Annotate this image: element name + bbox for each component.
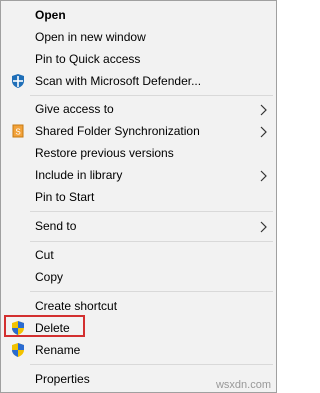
menu-item-label: Include in library <box>35 168 123 182</box>
sync-folder-icon: S <box>10 123 26 139</box>
menu-item-pin-quick-access[interactable]: Pin to Quick access <box>1 48 276 70</box>
chevron-right-icon <box>260 220 268 233</box>
menu-item-create-shortcut[interactable]: Create shortcut <box>1 295 276 317</box>
menu-separator <box>30 211 273 212</box>
menu-separator <box>30 241 273 242</box>
menu-item-restore-versions[interactable]: Restore previous versions <box>1 142 276 164</box>
menu-item-include-library[interactable]: Include in library <box>1 164 276 186</box>
menu-item-label: Give access to <box>35 102 114 116</box>
menu-item-label: Shared Folder Synchronization <box>35 124 200 138</box>
menu-item-label: Open <box>35 8 66 22</box>
defender-shield-icon <box>10 73 26 89</box>
menu-separator <box>30 95 273 96</box>
menu-item-label: Rename <box>35 343 81 357</box>
menu-item-rename[interactable]: Rename <box>1 339 276 361</box>
menu-item-pin-start[interactable]: Pin to Start <box>1 186 276 208</box>
menu-item-send-to[interactable]: Send to <box>1 215 276 237</box>
chevron-right-icon <box>260 125 268 138</box>
menu-item-label: Properties <box>35 372 90 386</box>
delete-highlight-box <box>4 315 85 337</box>
menu-item-open[interactable]: Open <box>1 4 276 26</box>
menu-item-label: Create shortcut <box>35 299 118 313</box>
menu-item-label: Open in new window <box>35 30 146 44</box>
menu-item-label: Pin to Quick access <box>35 52 141 66</box>
menu-item-shared-folder-sync[interactable]: S Shared Folder Synchronization <box>1 120 276 142</box>
menu-item-open-new-window[interactable]: Open in new window <box>1 26 276 48</box>
menu-item-label: Scan with Microsoft Defender... <box>35 74 202 88</box>
watermark: wsxdn.com <box>215 379 271 391</box>
menu-item-label: Send to <box>35 219 77 233</box>
menu-separator <box>30 364 273 365</box>
menu-item-copy[interactable]: Copy <box>1 266 276 288</box>
menu-item-give-access[interactable]: Give access to <box>1 98 276 120</box>
menu-item-cut[interactable]: Cut <box>1 244 276 266</box>
menu-item-label: Copy <box>35 270 64 284</box>
chevron-right-icon <box>260 103 268 116</box>
uac-shield-icon <box>10 342 26 358</box>
svg-text:S: S <box>15 128 20 137</box>
menu-item-label: Pin to Start <box>35 190 95 204</box>
chevron-right-icon <box>260 169 268 182</box>
menu-separator <box>30 291 273 292</box>
menu-item-scan-defender[interactable]: Scan with Microsoft Defender... <box>1 70 276 92</box>
menu-item-label: Restore previous versions <box>35 146 174 160</box>
menu-item-label: Cut <box>35 248 54 262</box>
